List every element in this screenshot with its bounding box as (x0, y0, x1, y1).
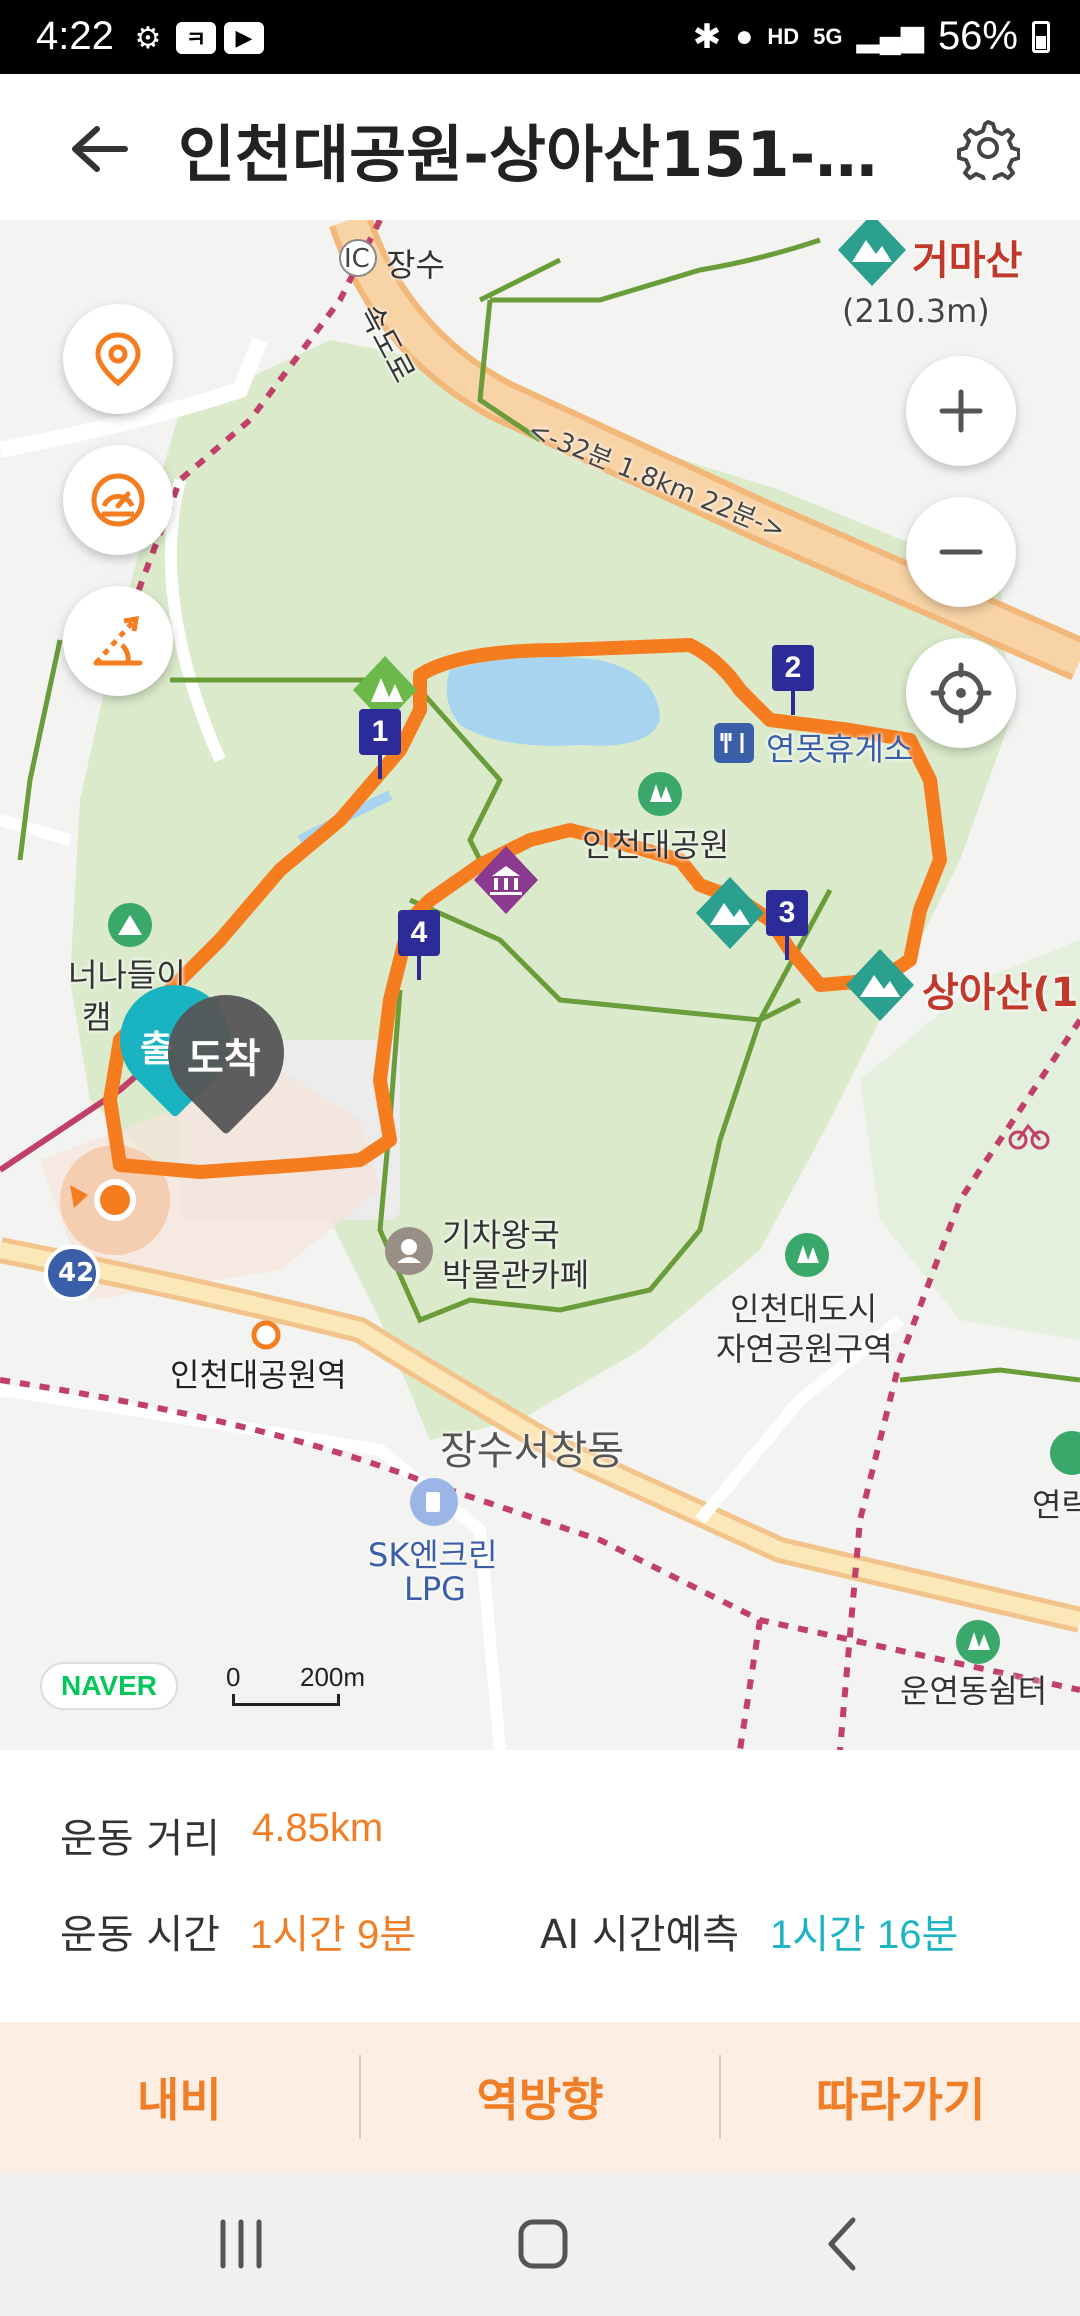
naver-logo: NAVER (40, 1662, 178, 1710)
speedometer-icon (91, 473, 145, 527)
plus-icon (939, 389, 983, 433)
zoom-in-button[interactable] (906, 356, 1016, 466)
map-label-geomasan-height: (210.3m) (842, 292, 990, 330)
map-label-sangasan: 상아산(1 (922, 970, 1079, 1016)
slope-icon (93, 615, 143, 666)
minus-icon (939, 549, 983, 555)
distance-value: 4.85km (252, 1806, 384, 1850)
trail (899, 1367, 1080, 1383)
map-label-station: 인천대공원역 (170, 1356, 347, 1394)
recent-apps-button[interactable] (196, 2212, 286, 2276)
map-label-nature-park-2: 자연공원구역 (716, 1330, 893, 1368)
map-label-rest-area: 연못휴게소 (766, 730, 914, 768)
home-icon (518, 2219, 568, 2269)
home-button[interactable] (498, 2212, 588, 2276)
gas-station-marker (410, 1478, 458, 1526)
restaurant-marker (714, 723, 754, 763)
location-pin-icon (95, 332, 141, 387)
follow-button[interactable]: 따라가기 (721, 2022, 1080, 2172)
status-time: 4:22 (36, 14, 114, 58)
back-button[interactable] (64, 114, 134, 184)
map-label-rest-shelter: 운연동쉼터 (900, 1672, 1048, 1710)
shelter-marker (956, 1620, 1000, 1664)
local-road (0, 814, 72, 846)
waypoint-marker-4[interactable]: 4 (398, 910, 440, 980)
recent-apps-icon (220, 2219, 262, 2269)
map-label-district: 장수서창동 (440, 1428, 624, 1474)
signal-icon: ▂▄▆ (856, 20, 924, 53)
my-location-button[interactable] (906, 638, 1016, 748)
peak-marker-geomasan (838, 220, 906, 286)
battery-percent: 56% (937, 14, 1018, 58)
action-bar: 내비 역방향 따라가기 (0, 2022, 1080, 2172)
map-label-camping-2: 캠 (82, 998, 112, 1036)
distance-label: 운동 거리 (60, 1816, 220, 1862)
map-label-yeon: 연락 (1032, 1486, 1080, 1524)
scale-bar (232, 1694, 340, 1706)
waypoint-marker-1[interactable]: 1 (359, 709, 401, 779)
map-label-geomasan: 거마산 (912, 238, 1023, 284)
time-value: 1시간 9분 (250, 1913, 417, 1957)
end-pin-label: 도착 (187, 1036, 261, 1082)
map-label-gas-station-2: LPG (404, 1570, 466, 1608)
bluetooth-icon: ✱ (692, 17, 722, 56)
navigate-button[interactable]: 내비 (0, 2022, 359, 2172)
system-back-button[interactable] (800, 2212, 890, 2276)
gear-icon (957, 120, 1020, 180)
location-icon: ● (735, 19, 754, 53)
status-app-icons: ⚙ ㅋ ▶ (128, 20, 264, 56)
time-label: 운동 시간 (60, 1912, 220, 1958)
railway (737, 1619, 763, 1750)
trail-map[interactable]: IC 장수 속도로 <-32분 1.8km 22분-> 거마산 (210.3m)… (0, 220, 1080, 1750)
app-header: 인천대공원-상아산151-... (0, 74, 1080, 220)
ai-time-value: 1시간 16분 (770, 1913, 959, 1957)
camping-marker (108, 903, 152, 947)
map-label-jangsu: 장수 (386, 246, 445, 284)
current-location-dot (94, 1179, 136, 1221)
scale-value: 200m (300, 1662, 366, 1692)
hd-voice-icon: HD (767, 23, 800, 49)
network-5g-icon: 5G (813, 23, 843, 49)
crosshair-icon (930, 662, 992, 724)
scale-zero: 0 (226, 1662, 241, 1692)
waypoint-marker-2[interactable]: 2 (772, 645, 814, 715)
location-pin-button[interactable] (63, 304, 173, 414)
elevation-button[interactable] (63, 586, 173, 696)
park-tree-marker (638, 772, 682, 816)
forest-marker (785, 1233, 829, 1277)
cafe-marker (385, 1227, 433, 1275)
ai-time-label: AI 시간예측 (540, 1912, 740, 1958)
status-bar: 4:22 ⚙ ㅋ ▶ ✱ ● HD 5G ▂▄▆ 56% (0, 0, 1080, 74)
trail (478, 257, 562, 303)
arrow-left-icon (72, 126, 128, 172)
stats-sheet: 운동 거리 4.85km 운동 시간 1시간 9분 AI 시간예측 1시간 16… (0, 1750, 1080, 2020)
waypoint-marker-3[interactable]: 3 (766, 890, 808, 960)
chevron-left-icon (828, 2217, 856, 2271)
station-marker (251, 1320, 281, 1350)
youtube-app-icon: ▶ (224, 22, 264, 54)
page-title: 인천대공원-상아산151-... (178, 118, 878, 191)
ic-label: IC (344, 244, 370, 274)
reverse-button[interactable]: 역방향 (361, 2022, 720, 2172)
messenger-app-icon: ㅋ (176, 22, 216, 54)
route-shield-label: 42 (58, 1258, 95, 1288)
settings-button[interactable] (950, 110, 1026, 186)
partial-marker-right (1050, 1431, 1080, 1475)
walk-app-icon: ⚙ (134, 20, 162, 56)
map-label-train-museum-2: 박물관카페 (442, 1256, 590, 1294)
speedometer-button[interactable] (63, 445, 173, 555)
map-label-park: 인천대공원 (582, 826, 730, 864)
zoom-out-button[interactable] (906, 497, 1016, 607)
battery-icon (1032, 20, 1050, 53)
system-nav-bar (0, 2172, 1080, 2316)
status-indicators: ✱ ● HD 5G ▂▄▆ 56% (693, 14, 1050, 59)
